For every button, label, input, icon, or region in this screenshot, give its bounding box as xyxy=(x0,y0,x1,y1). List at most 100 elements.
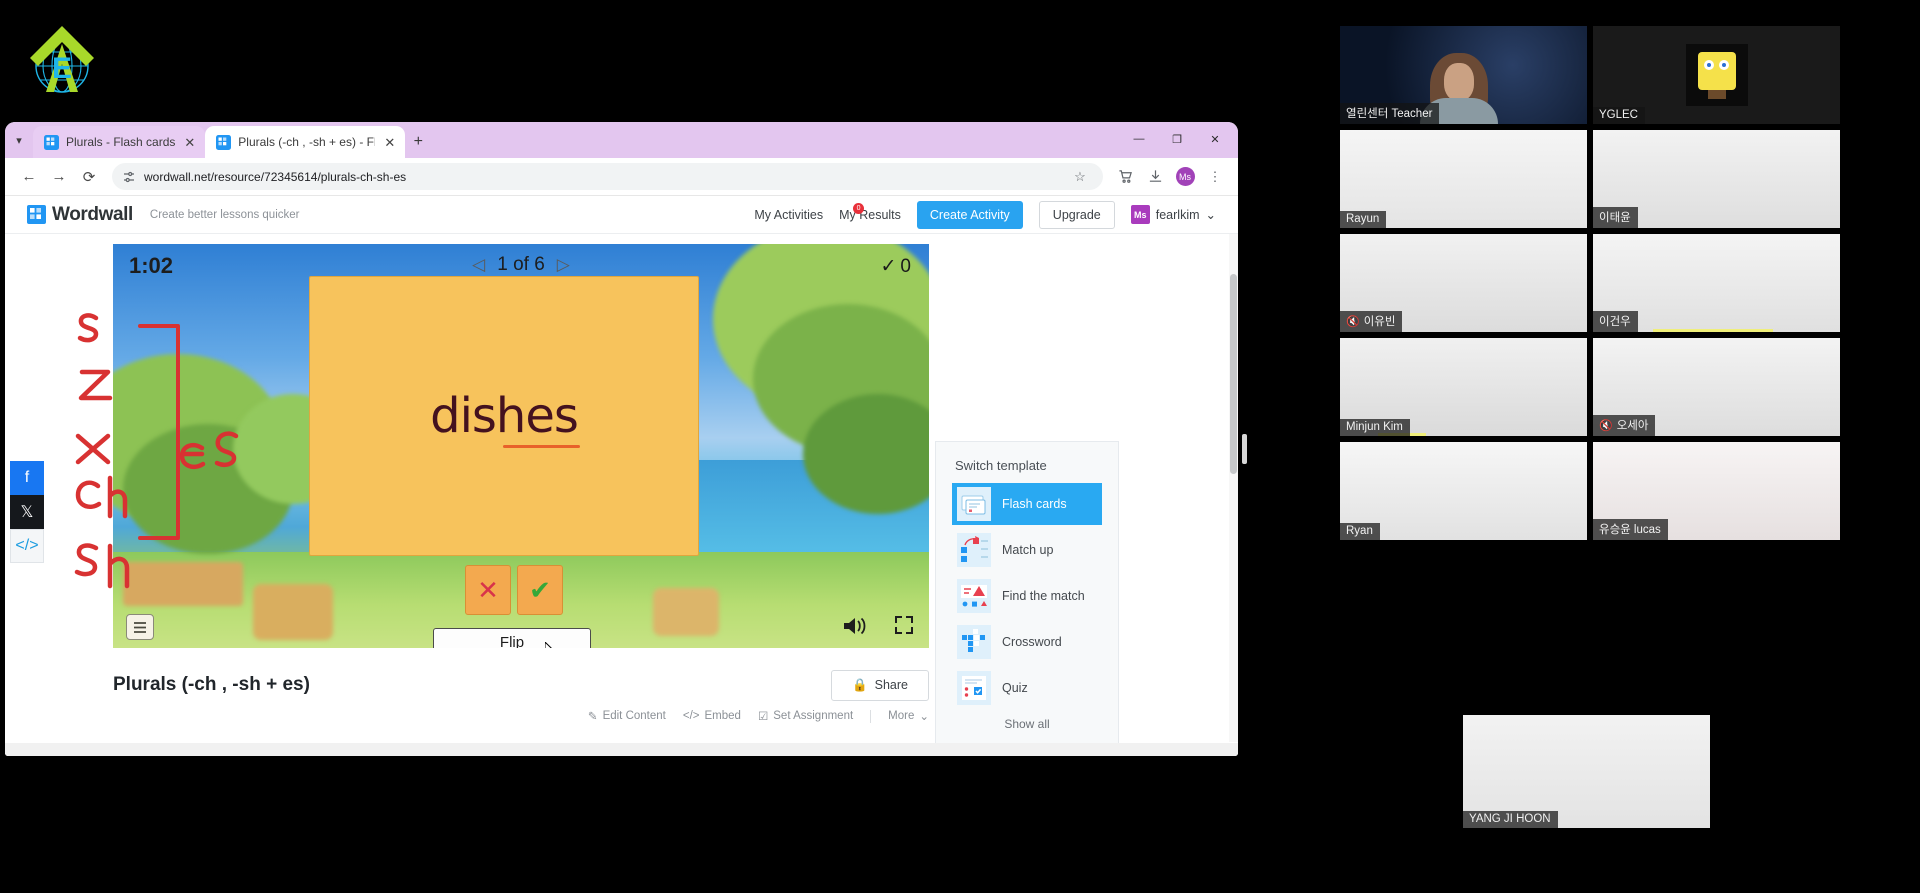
spongebob-avatar xyxy=(1685,44,1748,106)
site-settings-icon[interactable] xyxy=(122,170,136,184)
wordwall-header: Wordwall Create better lessons quicker M… xyxy=(5,196,1238,234)
code-icon: </> xyxy=(682,710,700,722)
annotation-s xyxy=(77,313,99,343)
template-option-find-the-match[interactable]: Find the match xyxy=(955,575,1099,617)
video-row: Ryan 유승윤 lucas xyxy=(1340,442,1840,540)
results-badge: 0 xyxy=(853,202,865,214)
downloads-icon[interactable] xyxy=(1142,164,1168,190)
switch-template-title: Switch template xyxy=(955,458,1047,473)
checkbox-icon: ☑ xyxy=(757,711,769,723)
more-button[interactable]: More ⌄ xyxy=(888,709,929,723)
share-button[interactable]: 🔒 Share xyxy=(831,669,929,701)
user-avatar: Ms xyxy=(1130,205,1150,224)
edit-content-button[interactable]: ✎ Edit Content xyxy=(588,709,666,723)
video-tile-spotlight-yang-ji-hoon[interactable]: YANG JI HOON xyxy=(1463,715,1710,828)
forward-icon[interactable]: → xyxy=(45,163,73,191)
wordwall-brand-text: Wordwall xyxy=(52,203,133,225)
new-tab-button[interactable]: + xyxy=(405,126,431,158)
activity-action-bar: ✎ Edit Content </> Embed ☑ Set Assignmen… xyxy=(113,709,929,723)
facebook-icon[interactable]: f xyxy=(10,461,44,495)
maximize-button[interactable]: ❐ xyxy=(1158,124,1196,154)
participant-name: 이건우 xyxy=(1593,311,1638,332)
video-tile-rayun[interactable]: Rayun xyxy=(1340,130,1587,228)
close-tab-icon[interactable]: ✕ xyxy=(382,136,397,149)
close-tab-icon[interactable]: ✕ xyxy=(182,136,197,149)
embed-button[interactable]: </> Embed xyxy=(683,710,741,722)
participant-name: 이태윤 xyxy=(1593,207,1638,228)
url-text: wordwall.net/resource/72345614/plurals-c… xyxy=(144,169,407,184)
template-option-match-up[interactable]: Match up xyxy=(955,529,1099,571)
participant-name: 열린센터 Teacher xyxy=(1340,103,1440,124)
show-all-templates-link[interactable]: Show all xyxy=(936,717,1118,731)
flip-button[interactable]: Flip xyxy=(433,628,591,648)
upgrade-button[interactable]: Upgrade xyxy=(1038,200,1115,229)
score-value: 0 xyxy=(900,255,911,277)
profile-avatar[interactable]: Ms xyxy=(1172,164,1198,190)
flashcard[interactable]: dishes xyxy=(309,276,699,556)
game-menu-icon[interactable] xyxy=(126,614,154,640)
fullscreen-icon[interactable] xyxy=(893,614,915,642)
bookmark-star-icon[interactable]: ☆ xyxy=(1067,164,1093,190)
embed-code-icon[interactable]: </> xyxy=(10,529,44,563)
tab-search-icon[interactable]: ▾ xyxy=(5,122,33,158)
horizontal-scrollbar[interactable] xyxy=(5,743,1238,756)
reload-icon[interactable]: ⟳ xyxy=(75,163,103,191)
close-window-button[interactable]: ✕ xyxy=(1196,124,1234,154)
video-tile-lucas[interactable]: 유승윤 lucas xyxy=(1593,442,1840,540)
pencil-icon: ✎ xyxy=(587,711,598,723)
switch-template-panel: Switch template Flash cards Match up Fin… xyxy=(935,441,1119,756)
nav-my-activities[interactable]: My Activities xyxy=(754,208,823,222)
video-tile-lee-taeyun[interactable]: 이태윤 xyxy=(1593,130,1840,228)
sound-icon[interactable] xyxy=(841,614,869,645)
minimize-button[interactable]: — xyxy=(1120,124,1158,154)
previous-card-arrow[interactable]: ◁ xyxy=(472,255,485,275)
participant-name-container: 🔇 이유빈 xyxy=(1340,311,1403,332)
browser-tab-1[interactable]: Plurals - Flash cards ✕ xyxy=(33,126,206,158)
panel-resize-handle[interactable] xyxy=(1242,434,1247,464)
back-icon[interactable]: ← xyxy=(15,163,43,191)
video-tile-lee-yubin[interactable]: 🔇 이유빈 xyxy=(1340,234,1587,332)
participant-name: 유승윤 lucas xyxy=(1593,519,1668,540)
mark-correct-button[interactable]: ✔ xyxy=(517,565,563,615)
next-card-arrow[interactable]: ▷ xyxy=(557,255,570,275)
template-label: Flash cards xyxy=(1002,497,1067,511)
background-basket xyxy=(653,588,719,636)
user-menu[interactable]: Ms fearlkim ⌄ xyxy=(1130,205,1216,224)
address-bar[interactable]: wordwall.net/resource/72345614/plurals-c… xyxy=(112,163,1103,190)
video-row: 열린센터 Teacher YGLEC xyxy=(1340,26,1840,124)
lock-icon: 🔒 xyxy=(852,677,868,692)
cart-icon[interactable] xyxy=(1112,164,1138,190)
wordwall-logo[interactable]: Wordwall xyxy=(27,204,133,226)
nav-my-results[interactable]: My Results 0 xyxy=(839,202,901,222)
page-title: Plurals (-ch , -sh + es) xyxy=(113,674,310,695)
x-twitter-icon[interactable]: 𝕏 xyxy=(10,495,44,529)
video-tile-teacher[interactable]: 열린센터 Teacher xyxy=(1340,26,1587,124)
page-scrollbar-thumb[interactable] xyxy=(1230,274,1237,474)
match-up-thumbnail-icon xyxy=(957,533,991,567)
annotation-x xyxy=(75,433,111,465)
page-content: Wordwall Create better lessons quicker M… xyxy=(5,196,1238,756)
wordwall-nav: My Activities My Results 0 Create Activi… xyxy=(754,200,1216,229)
set-assignment-button[interactable]: ☑ Set Assignment xyxy=(758,709,853,723)
muted-microphone-icon: 🔇 xyxy=(1599,419,1613,432)
mark-wrong-button[interactable]: ✕ xyxy=(465,565,511,615)
page-scrollbar-track[interactable] xyxy=(1229,234,1238,742)
create-activity-button[interactable]: Create Activity xyxy=(916,200,1023,229)
browser-tab-2[interactable]: Plurals (-ch , -sh + es) - Flash c ✕ xyxy=(205,126,406,158)
browser-menu-icon[interactable]: ⋮ xyxy=(1202,164,1228,190)
participant-name: Minjun Kim xyxy=(1340,419,1410,436)
template-option-quiz[interactable]: Quiz xyxy=(955,667,1099,709)
chevron-down-icon: ⌄ xyxy=(1205,208,1216,222)
video-tile-ryan[interactable]: Ryan xyxy=(1340,442,1587,540)
check-icon: ✓ xyxy=(880,256,897,277)
template-option-crossword[interactable]: Crossword xyxy=(955,621,1099,663)
video-row: Rayun 이태윤 xyxy=(1340,130,1840,228)
video-tile-yglec[interactable]: YGLEC xyxy=(1593,26,1840,124)
template-option-flash-cards[interactable]: Flash cards xyxy=(952,483,1102,525)
video-tile-oh-sea[interactable]: 🔇 오세아 xyxy=(1593,338,1840,436)
divider xyxy=(870,709,872,723)
video-tile-lee-gunwoo[interactable]: 이건우 xyxy=(1593,234,1840,332)
video-tile-minjun-kim[interactable]: Minjun Kim xyxy=(1340,338,1587,436)
tab-title: Plurals - Flash cards xyxy=(66,135,176,149)
video-row: 🔇 이유빈 이건우 xyxy=(1340,234,1840,332)
